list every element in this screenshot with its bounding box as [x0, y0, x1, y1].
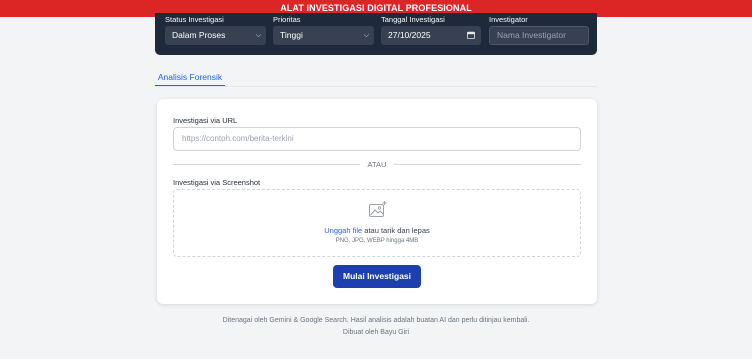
or-separator: ATAU	[367, 160, 387, 169]
status-select[interactable]: Dalam Proses ⌵	[165, 26, 266, 45]
file-dropzone[interactable]: Unggah file atau tarik dan lepas PNG, JP…	[173, 189, 581, 257]
tab-analisis-forensik[interactable]: Analisis Forensik	[155, 70, 225, 87]
status-value: Dalam Proses	[172, 30, 226, 40]
screenshot-label: Investigasi via Screenshot	[173, 178, 261, 187]
priority-label: Prioritas	[273, 15, 301, 24]
investigator-input[interactable]: Nama Investigator	[489, 26, 589, 45]
url-label: Investigasi via URL	[173, 116, 238, 125]
date-label: Tanggal Investigasi	[381, 15, 445, 24]
upload-hint: PNG, JPG, WEBP hingga 4MB	[335, 238, 419, 244]
drag-drop-text: atau tarik dan lepas	[362, 226, 430, 235]
chevron-down-icon: ⌵	[255, 32, 261, 39]
status-label: Status Investigasi	[165, 15, 224, 24]
upload-instruction: Unggah file atau tarik dan lepas	[174, 226, 580, 235]
tab-divider	[155, 86, 597, 87]
date-value: 27/10/2025	[388, 30, 431, 40]
divider-left	[173, 164, 360, 165]
investigation-card: Investigasi via URL https://contoh.com/b…	[157, 99, 597, 304]
footer-disclaimer: Ditenagai oleh Gemini & Google Search. H…	[222, 317, 530, 324]
upload-file-link[interactable]: Unggah file	[324, 226, 362, 235]
start-investigation-button[interactable]: Mulai Investigasi	[333, 265, 421, 288]
filter-panel: Status Investigasi Dalam Proses ⌵ Priori…	[155, 13, 597, 55]
divider-right	[394, 164, 581, 165]
investigator-placeholder: Nama Investigator	[497, 30, 566, 40]
url-placeholder: https://contoh.com/berita-terkini	[182, 134, 294, 143]
investigator-label: Investigator	[489, 15, 528, 24]
image-upload-icon	[369, 201, 387, 217]
calendar-icon[interactable]	[467, 31, 475, 39]
priority-value: Tinggi	[280, 30, 303, 40]
date-input[interactable]: 27/10/2025	[381, 26, 481, 45]
url-input[interactable]: https://contoh.com/berita-terkini	[173, 127, 581, 151]
footer-credit: Dibuat oleh Bayu Giri	[342, 329, 410, 336]
chevron-down-icon: ⌵	[363, 32, 369, 39]
priority-select[interactable]: Tinggi ⌵	[273, 26, 374, 45]
